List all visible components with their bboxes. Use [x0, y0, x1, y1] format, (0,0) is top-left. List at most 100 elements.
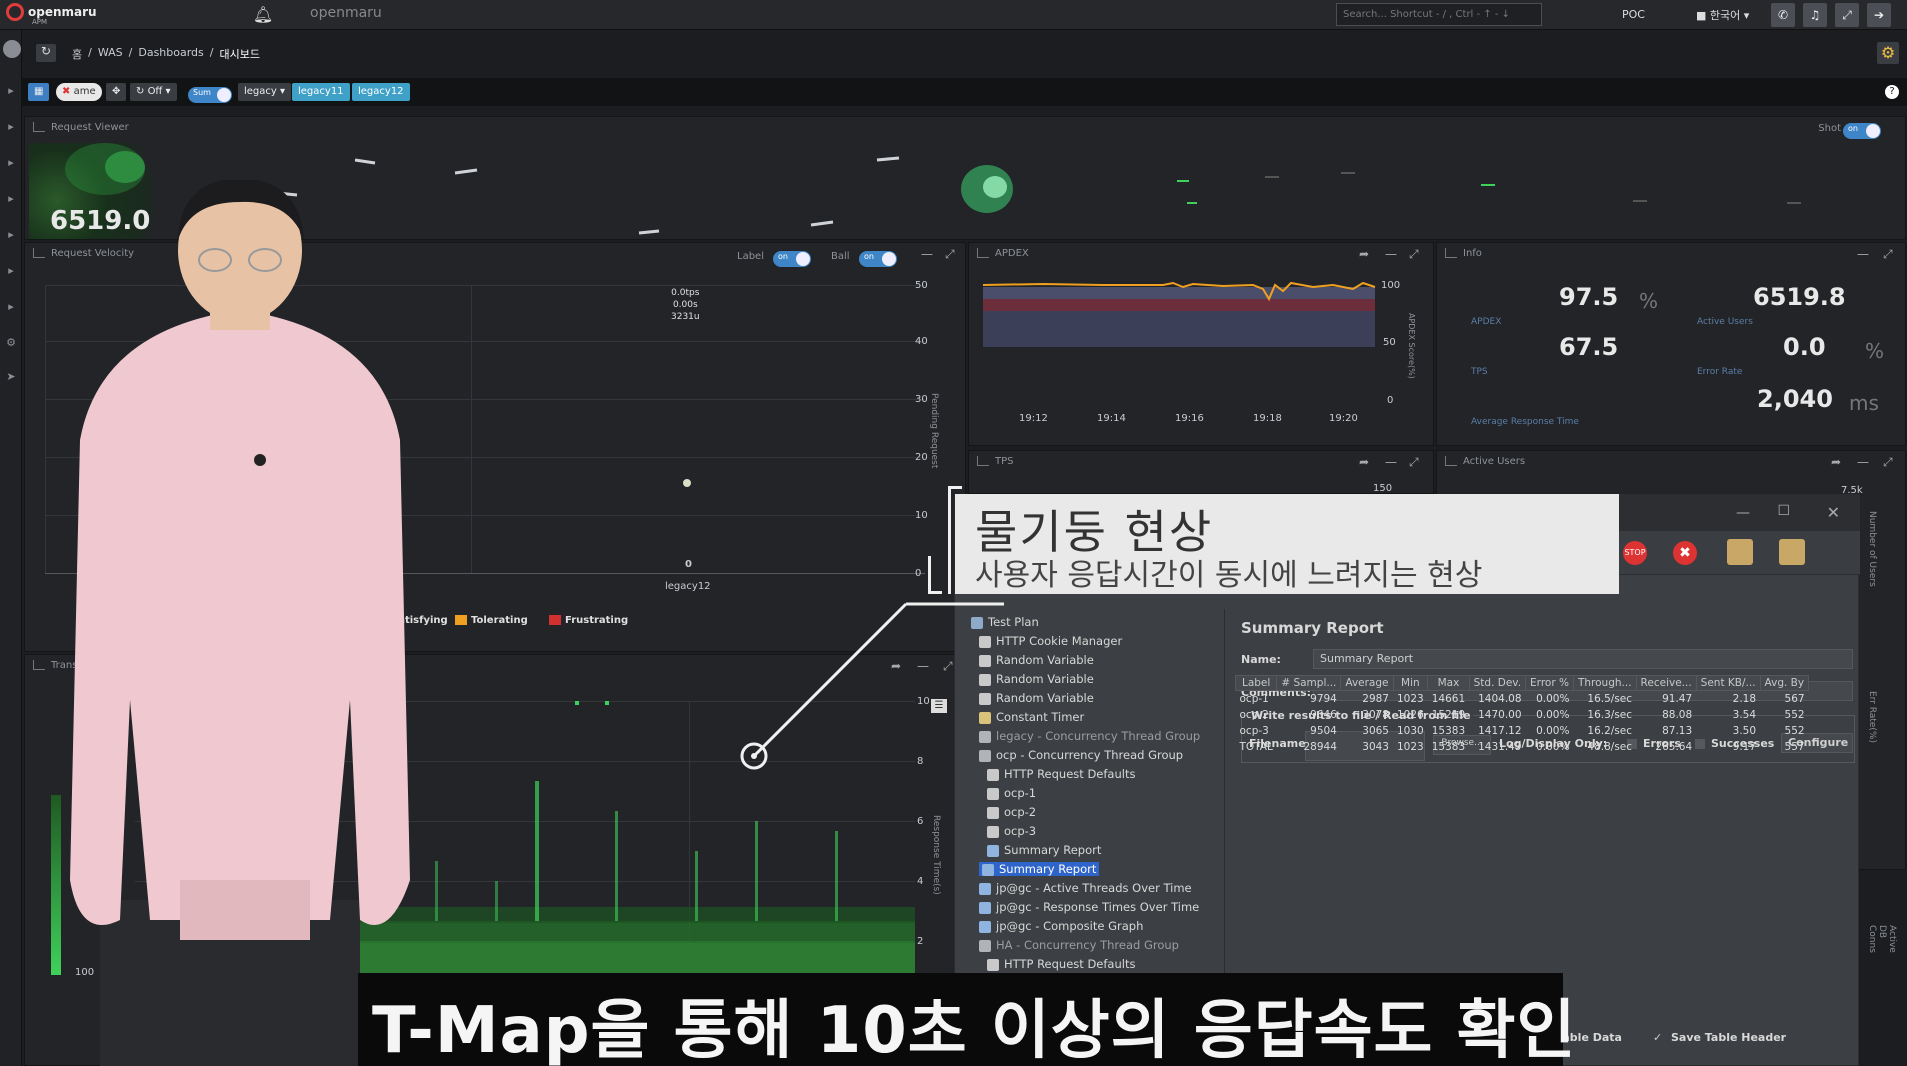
expand-icon[interactable]: ⤢ — [1409, 247, 1419, 262]
move-icon[interactable]: ✥ — [106, 83, 127, 101]
minimize-icon[interactable]: — — [1857, 247, 1869, 261]
tree-item[interactable]: Random Variable — [979, 653, 1094, 667]
y-tick: 4 — [917, 876, 924, 887]
folder-icon[interactable]: ▸ — [3, 300, 19, 314]
layout-grid-button[interactable]: ▦ — [28, 83, 50, 101]
legacy-dropdown[interactable]: legacy ▾ — [238, 83, 292, 101]
window-minimize-icon[interactable]: — — [1736, 505, 1750, 521]
breadcrumb-was[interactable]: WAS — [98, 46, 123, 62]
tree-item[interactable]: jp@gc - Active Threads Over Time — [979, 881, 1192, 895]
logout-icon[interactable]: ➔ — [1867, 3, 1891, 27]
shot-toggle[interactable]: on — [1843, 120, 1881, 139]
expand-icon[interactable]: ⤢ — [943, 659, 953, 674]
expand-icon[interactable]: ⤢ — [1883, 455, 1893, 470]
sum-toggle[interactable]: Sum — [188, 84, 232, 103]
label-toggle[interactable]: on — [773, 248, 811, 267]
table-row[interactable]: ocp-2 9646 3078 1026 15219 1470.00 0.00% 16.3/s… — [1236, 707, 1809, 723]
name-field[interactable]: Summary Report — [1313, 649, 1853, 669]
arrow-right-icon[interactable]: ➤ — [3, 370, 19, 384]
expand-icon[interactable]: ⤢ — [1409, 455, 1419, 470]
tree-item[interactable]: jp@gc - Composite Graph — [979, 919, 1143, 933]
search-input[interactable]: Search... Shortcut - / , Ctrl - ↑ - ↓ — [1336, 3, 1542, 26]
notification-bell-icon[interactable]: 🔔︎ — [252, 5, 274, 25]
tree-item[interactable]: ocp-1 — [987, 786, 1036, 800]
folder-icon[interactable]: ▸ — [3, 120, 19, 134]
avatar[interactable] — [3, 40, 21, 58]
table-row[interactable]: ocp-3 9504 3065 1030 15383 1417.12 0.00% 16.2/s… — [1236, 723, 1809, 739]
filter-legacy11[interactable]: legacy11 — [292, 83, 350, 101]
help-icon[interactable]: ? — [1885, 85, 1899, 99]
folder-icon[interactable]: ▸ — [3, 192, 19, 206]
tree-item[interactable]: HA - Concurrency Thread Group — [979, 938, 1179, 952]
shutdown-icon[interactable]: ✖ — [1673, 541, 1697, 565]
breadcrumb-current: 대시보드 — [219, 48, 260, 61]
window-maximize-icon[interactable]: ☐ — [1777, 503, 1790, 519]
tree-item[interactable]: Random Variable — [979, 691, 1094, 705]
table-cell: 15383 — [1431, 724, 1466, 737]
tree-item[interactable]: ocp-3 — [987, 824, 1036, 838]
column-header[interactable]: # Sampl... — [1276, 675, 1342, 691]
column-header[interactable]: Average — [1340, 675, 1394, 691]
column-header[interactable]: Min — [1392, 675, 1429, 691]
tree-item[interactable]: HTTP Request Defaults — [987, 767, 1135, 781]
poc-label[interactable]: POC — [1622, 8, 1645, 21]
table-row[interactable]: ocp-1 9794 2987 1023 14661 1404.08 0.00% 16.5/s… — [1236, 691, 1809, 707]
column-header[interactable]: Through... — [1572, 675, 1637, 691]
share-icon[interactable]: ➦ — [1831, 455, 1841, 469]
alert-bell-icon[interactable]: ♫ — [1803, 3, 1827, 27]
folder-icon[interactable]: ▸ — [3, 84, 19, 98]
auto-refresh-dropdown[interactable]: ↻ Off ▾ — [130, 83, 177, 101]
tree-item[interactable]: HTTP Cookie Manager — [979, 634, 1122, 648]
gear-icon[interactable]: ⚙ — [1877, 42, 1899, 64]
name-filter-tag[interactable]: ✖ ame — [56, 83, 102, 101]
share-icon[interactable]: ➦ — [891, 659, 901, 673]
clear-icon[interactable] — [1727, 539, 1753, 565]
folder-icon[interactable]: ▸ — [3, 264, 19, 278]
tree-item[interactable]: Test Plan — [971, 615, 1039, 629]
folder-icon[interactable]: ▸ — [3, 156, 19, 170]
tree-item[interactable]: Random Variable — [979, 672, 1094, 686]
filter-legacy12[interactable]: legacy12 — [352, 83, 410, 101]
column-header[interactable]: Sent KB/... — [1695, 675, 1761, 691]
minimize-icon[interactable]: — — [921, 247, 933, 261]
app-logo[interactable]: openmaru APM — [6, 3, 97, 26]
phone-icon[interactable]: ✆ — [1771, 3, 1795, 27]
language-select[interactable]: ■ 한국어 ▾ — [1696, 7, 1749, 23]
menu-icon[interactable]: ☰ — [931, 699, 947, 713]
tree-item[interactable]: legacy - Concurrency Thread Group — [979, 729, 1200, 743]
tree-item[interactable]: Constant Timer — [979, 710, 1084, 724]
column-header[interactable]: Receive... — [1635, 675, 1697, 691]
remove-icon[interactable]: ✖ — [62, 86, 70, 97]
breadcrumb-home[interactable]: 홈 — [72, 46, 82, 62]
folder-icon[interactable]: ▸ — [3, 228, 19, 242]
share-icon[interactable]: ➦ — [1359, 247, 1369, 261]
minimize-icon[interactable]: — — [917, 659, 929, 673]
minimize-icon[interactable]: — — [1385, 455, 1397, 469]
table-row[interactable]: TOTAL 28944 3043 1023 15383 1431.49 0.00% 48.8/… — [1236, 739, 1809, 755]
ball-toggle[interactable]: on — [859, 248, 897, 267]
fullscreen-icon[interactable]: ⤢ — [1835, 3, 1859, 27]
tree-item[interactable]: jp@gc - Response Times Over Time — [979, 900, 1199, 914]
tree-item[interactable]: ocp-2 — [987, 805, 1036, 819]
breadcrumb-dashboards[interactable]: Dashboards — [138, 46, 203, 62]
column-header[interactable]: Max — [1427, 675, 1470, 691]
settings-network-icon[interactable]: ⚙ — [3, 336, 19, 350]
tree-item[interactable]: ocp - Concurrency Thread Group — [979, 748, 1183, 762]
column-header[interactable]: Label — [1234, 675, 1278, 691]
stop-icon[interactable]: STOP — [1623, 541, 1647, 565]
save-header-checkbox[interactable]: ✓ — [1653, 1031, 1662, 1044]
column-header[interactable]: Error % — [1525, 675, 1574, 691]
column-header[interactable]: Std. Dev. — [1468, 675, 1527, 691]
tree-item[interactable]: Summary Report — [979, 862, 1100, 876]
minimize-icon[interactable]: — — [1385, 247, 1397, 261]
share-icon[interactable]: ➦ — [1359, 455, 1369, 469]
tree-item[interactable]: HTTP Request Defaults — [987, 957, 1135, 971]
minimize-icon[interactable]: — — [1857, 455, 1869, 469]
column-header[interactable]: Avg. By — [1759, 675, 1810, 691]
window-close-icon[interactable]: ✕ — [1827, 503, 1840, 522]
tree-item[interactable]: Summary Report — [987, 843, 1101, 857]
expand-icon[interactable]: ⤢ — [1883, 247, 1893, 262]
expand-icon[interactable]: ⤢ — [945, 247, 955, 262]
refresh-icon[interactable]: ↻ — [36, 44, 56, 62]
clear-all-icon[interactable] — [1779, 539, 1805, 565]
